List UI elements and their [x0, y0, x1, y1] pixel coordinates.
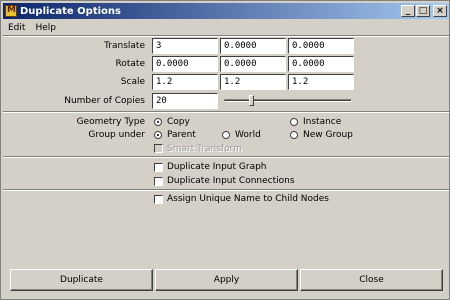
translate-label: Translate [104, 41, 145, 51]
menu-help[interactable]: Help [30, 23, 61, 33]
section-divider-2 [3, 156, 449, 158]
rotate-label: Rotate [115, 59, 145, 69]
assign-unique-name-label[interactable]: Assign Unique Name to Child Nodes [167, 194, 329, 204]
group-parent-radio[interactable] [154, 131, 162, 139]
maya-app-icon [5, 5, 17, 17]
duplicate-input-graph-checkbox[interactable] [154, 163, 163, 172]
menu-edit[interactable]: Edit [3, 23, 30, 33]
assign-unique-name-checkbox[interactable] [154, 195, 163, 204]
menu-divider [3, 35, 449, 37]
geometry-copy-radio[interactable] [154, 118, 162, 126]
scale-label: Scale [120, 77, 145, 87]
geometry-instance-radio[interactable] [290, 118, 298, 126]
minimize-button[interactable]: _ [401, 5, 415, 17]
menu-bar: Edit Help [3, 20, 449, 35]
number-of-copies-field[interactable]: 20 [152, 93, 218, 109]
scale-z-field[interactable]: 1.2 [288, 74, 354, 90]
window-title: Duplicate Options [20, 5, 121, 17]
duplicate-input-connections-label[interactable]: Duplicate Input Connections [167, 176, 295, 186]
rotate-y-field[interactable]: 0.0000 [220, 56, 286, 72]
scale-y-field[interactable]: 1.2 [220, 74, 286, 90]
smart-transform-label: Smart Transform [167, 144, 242, 154]
section-divider-3 [3, 189, 449, 191]
group-world-label[interactable]: World [235, 130, 261, 140]
group-under-label: Group under [88, 130, 145, 140]
geometry-type-label: Geometry Type [76, 117, 145, 127]
close-window-button[interactable]: × [433, 5, 447, 17]
section-divider-1 [3, 111, 449, 113]
duplicate-options-window: Duplicate Options _ □ × Edit Help Transl… [0, 0, 450, 300]
number-of-copies-label: Number of Copies [64, 96, 145, 106]
apply-button[interactable]: Apply [155, 269, 298, 291]
copies-slider-thumb[interactable] [248, 95, 254, 106]
rotate-z-field[interactable]: 0.0000 [288, 56, 354, 72]
duplicate-input-connections-checkbox[interactable] [154, 177, 163, 186]
scale-x-field[interactable]: 1.2 [152, 74, 218, 90]
close-button[interactable]: Close [300, 269, 443, 291]
maximize-button[interactable]: □ [416, 5, 430, 17]
group-parent-label[interactable]: Parent [167, 130, 196, 140]
translate-x-field[interactable]: 3 [152, 38, 218, 54]
duplicate-button[interactable]: Duplicate [10, 269, 153, 291]
group-new-group-label[interactable]: New Group [303, 130, 353, 140]
rotate-x-field[interactable]: 0.0000 [152, 56, 218, 72]
duplicate-input-graph-label[interactable]: Duplicate Input Graph [167, 162, 267, 172]
translate-y-field[interactable]: 0.0000 [220, 38, 286, 54]
geometry-copy-label[interactable]: Copy [167, 117, 190, 127]
group-new-group-radio[interactable] [290, 131, 298, 139]
group-world-radio[interactable] [222, 131, 230, 139]
title-bar[interactable]: Duplicate Options _ □ × [3, 3, 449, 19]
translate-z-field[interactable]: 0.0000 [288, 38, 354, 54]
smart-transform-checkbox[interactable] [154, 144, 163, 153]
copies-slider-track[interactable] [224, 99, 352, 102]
geometry-instance-label[interactable]: Instance [303, 117, 341, 127]
